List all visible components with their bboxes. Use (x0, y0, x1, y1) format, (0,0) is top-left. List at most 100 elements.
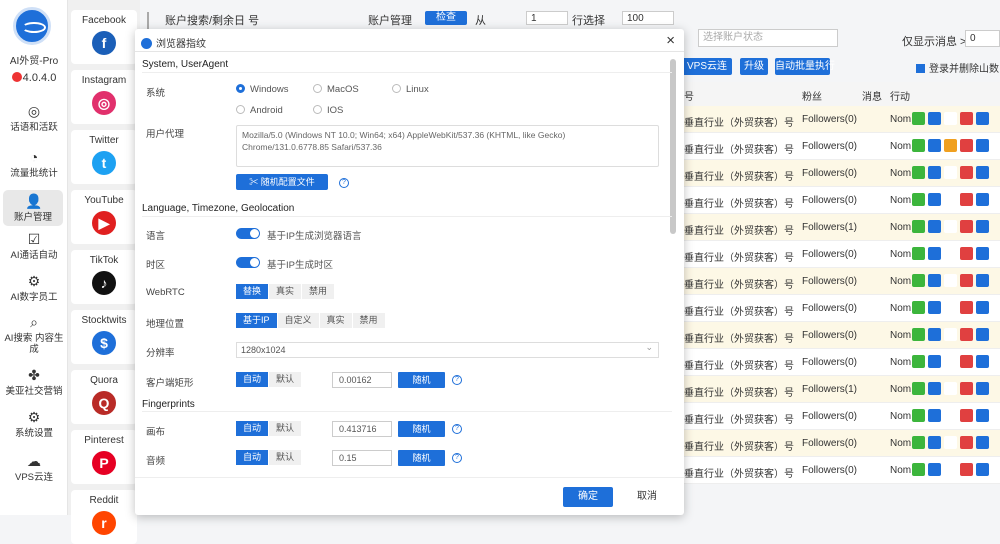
language-toggle[interactable] (236, 228, 260, 239)
info-icon[interactable] (976, 463, 989, 476)
table-row[interactable]: 垂直行业（外贸获客）号 Followers(0) Nom (682, 295, 1000, 322)
login-icon[interactable] (912, 409, 925, 422)
social-card[interactable]: Reddit r (71, 490, 137, 544)
geo-option[interactable]: 真实 (319, 313, 353, 328)
scrollbar[interactable] (670, 59, 676, 234)
login-icon[interactable] (912, 301, 925, 314)
settings-icon[interactable] (944, 409, 957, 422)
info-icon[interactable] (976, 328, 989, 341)
login-icon[interactable] (912, 166, 925, 179)
edit-icon[interactable] (928, 436, 941, 449)
settings-icon[interactable] (944, 274, 957, 287)
sidebar-item[interactable]: ☁ VPS云连 (0, 453, 68, 483)
settings-icon[interactable] (944, 247, 957, 260)
from-input[interactable]: 1 (526, 11, 568, 25)
delete-icon[interactable] (960, 274, 973, 287)
webrtc-option[interactable]: 禁用 (302, 284, 336, 299)
random-button[interactable]: 随机 (398, 450, 445, 466)
login-icon[interactable] (912, 328, 925, 341)
random-button[interactable]: 随机 (398, 372, 445, 388)
login-icon[interactable] (912, 193, 925, 206)
info-icon[interactable] (976, 193, 989, 206)
geo-option[interactable]: 禁用 (352, 313, 386, 328)
settings-icon[interactable] (944, 328, 957, 341)
sidebar-item[interactable]: ⌕ AI搜索 内容生成 (0, 314, 68, 355)
delete-icon[interactable] (960, 166, 973, 179)
settings-icon[interactable] (944, 436, 957, 449)
audio-input[interactable]: 0.15 (332, 450, 392, 466)
login-icon[interactable] (912, 355, 925, 368)
edit-icon[interactable] (928, 139, 941, 152)
sidebar-item[interactable]: 👤 账户管理 (3, 190, 63, 226)
settings-icon[interactable] (944, 301, 957, 314)
table-row[interactable]: 垂直行业（外贸获客）号 Followers(0) Nom (682, 430, 1000, 457)
edit-icon[interactable] (928, 166, 941, 179)
social-card[interactable]: Twitter t (71, 130, 137, 184)
table-row[interactable]: 垂直行业（外贸获客）号 Followers(1) Nom (682, 376, 1000, 403)
login-icon[interactable] (912, 220, 925, 233)
sidebar-item[interactable]: ◔ 流量批统计 (0, 149, 68, 179)
edit-icon[interactable] (928, 301, 941, 314)
edit-icon[interactable] (928, 463, 941, 476)
login-icon[interactable] (912, 112, 925, 125)
edit-icon[interactable] (928, 328, 941, 341)
client-rect-input[interactable]: 0.00162 (332, 372, 392, 388)
social-card[interactable]: YouTube ▶ (71, 190, 137, 244)
edit-icon[interactable] (928, 220, 941, 233)
delete-icon[interactable] (960, 247, 973, 260)
settings-icon[interactable] (944, 355, 957, 368)
canvas-input[interactable]: 0.413716 (332, 421, 392, 437)
delete-icon[interactable] (960, 436, 973, 449)
table-row[interactable]: 垂直行业（外贸获客）号 Followers(0) Nom (682, 133, 1000, 160)
delete-icon[interactable] (960, 193, 973, 206)
help-icon[interactable]: ? (452, 424, 462, 434)
edit-icon[interactable] (928, 409, 941, 422)
sidebar-item[interactable]: ☑ AI通话自动 (0, 231, 68, 261)
table-row[interactable]: 垂直行业（外贸获客）号 Followers(0) Nom (682, 457, 1000, 484)
table-row[interactable]: 垂直行业（外贸获客）号 Followers(0) Nom (682, 268, 1000, 295)
filter-input[interactable]: 0 (965, 30, 1000, 47)
social-card[interactable]: Quora Q (71, 370, 137, 424)
info-icon[interactable] (976, 247, 989, 260)
delete-icon[interactable] (960, 355, 973, 368)
info-icon[interactable] (976, 301, 989, 314)
geo-option[interactable]: 基于IP (236, 313, 278, 328)
login-icon[interactable] (912, 382, 925, 395)
table-row[interactable]: 垂直行业（外贸获客）号 Followers(0) Nom (682, 187, 1000, 214)
social-card[interactable]: Instagram ◎ (71, 70, 137, 124)
info-icon[interactable] (976, 436, 989, 449)
check-button[interactable]: 检查 (425, 11, 467, 25)
cancel-button[interactable]: 取消 (627, 487, 667, 507)
os-radio-windows[interactable]: Windows (236, 84, 289, 95)
table-row[interactable]: 垂直行业（外贸获客）号 Followers(0) Nom (682, 349, 1000, 376)
table-row[interactable]: 垂直行业（外贸获客）号 Followers(0) Nom (682, 241, 1000, 268)
webrtc-option[interactable]: 替换 (236, 284, 270, 299)
delete-icon[interactable] (960, 139, 973, 152)
edit-icon[interactable] (928, 355, 941, 368)
ok-button[interactable]: 确定 (563, 487, 613, 507)
client-option[interactable]: 默认 (269, 372, 303, 387)
os-radio-macos[interactable]: MacOS (313, 84, 359, 95)
audio-option[interactable]: 自动 (236, 450, 270, 465)
resolution-select[interactable]: 1280x1024 (236, 340, 659, 358)
settings-icon[interactable] (944, 220, 957, 233)
info-icon[interactable] (976, 112, 989, 125)
canvas-option[interactable]: 默认 (269, 421, 303, 436)
status-select[interactable]: 选择账户状态 (698, 29, 838, 47)
delete-icon[interactable] (960, 382, 973, 395)
audio-option[interactable]: 默认 (269, 450, 303, 465)
table-row[interactable]: 垂直行业（外贸获客）号 Followers(0) Nom (682, 160, 1000, 187)
settings-icon[interactable] (944, 463, 957, 476)
delete-icon[interactable] (960, 328, 973, 341)
table-row[interactable]: 垂直行业（外贸获客）号 Followers(0) Nom (682, 403, 1000, 430)
settings-icon[interactable] (944, 166, 957, 179)
edit-icon[interactable] (928, 274, 941, 287)
sidebar-item[interactable]: ◎ 话语和活跃 (0, 103, 68, 133)
geo-option[interactable]: 自定义 (277, 313, 320, 328)
social-card[interactable]: TikTok ♪ (71, 250, 137, 304)
help-icon[interactable]: ? (339, 178, 349, 188)
settings-icon[interactable] (944, 139, 957, 152)
table-row[interactable]: 垂直行业（外贸获客）号 Followers(0) Nom (682, 106, 1000, 133)
help-icon[interactable]: ? (452, 453, 462, 463)
delete-icon[interactable] (960, 220, 973, 233)
